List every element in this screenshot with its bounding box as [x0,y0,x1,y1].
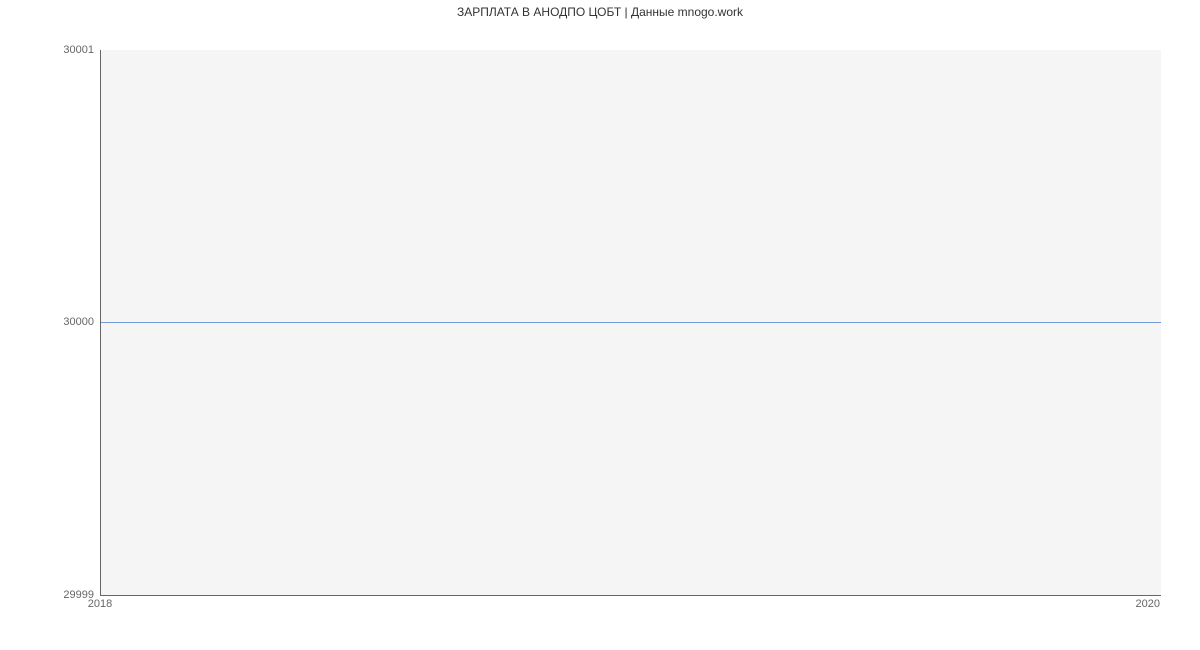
data-line [101,322,1161,323]
x-tick-label: 2018 [88,598,112,610]
x-tick-label: 2020 [1136,598,1160,610]
chart-title: ЗАРПЛАТА В АНОДПО ЦОБТ | Данные mnogo.wo… [0,5,1200,19]
chart-container: ЗАРПЛАТА В АНОДПО ЦОБТ | Данные mnogo.wo… [0,0,1200,650]
y-tick-label: 29999 [14,589,94,601]
y-tick-label: 30000 [14,316,94,328]
y-tick-label: 30001 [14,44,94,56]
plot-area [100,50,1161,596]
